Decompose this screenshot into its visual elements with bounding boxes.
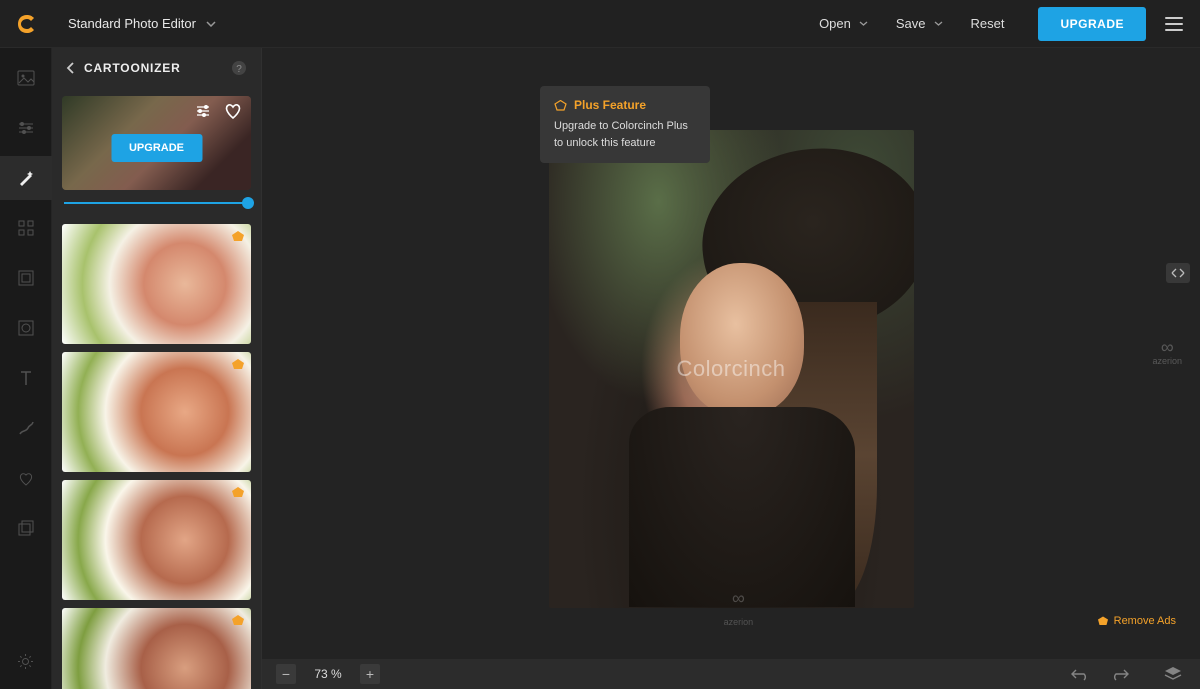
zoom-value: 73 % [308, 667, 348, 681]
reset-label: Reset [971, 16, 1005, 31]
effect-thumb-2[interactable] [62, 352, 251, 472]
expand-panel-icon[interactable] [1166, 263, 1190, 283]
tool-rail [0, 48, 52, 689]
app-title-label: Standard Photo Editor [68, 16, 196, 31]
upgrade-button[interactable]: UPGRADE [1038, 7, 1146, 41]
plus-badge-icon [231, 230, 245, 242]
diamond-icon [1097, 616, 1109, 626]
infinity-icon: ∞ [724, 589, 754, 607]
text-tool-icon[interactable] [16, 368, 36, 388]
effect-thumb-3[interactable] [62, 480, 251, 600]
zoom-in-button[interactable]: + [360, 664, 380, 684]
favorite-icon[interactable] [223, 102, 243, 120]
hamburger-icon[interactable] [1164, 16, 1184, 32]
sliders-tool-icon[interactable] [16, 118, 36, 138]
undo-icon[interactable] [1066, 667, 1094, 681]
back-chevron-icon[interactable] [66, 62, 74, 74]
canvas-image[interactable]: Colorcinch [549, 130, 914, 608]
grid-tool-icon[interactable] [16, 218, 36, 238]
plus-badge-icon [231, 358, 245, 370]
layers-icon[interactable] [1160, 666, 1186, 682]
effect-thumb-1[interactable] [62, 224, 251, 344]
image-tool-icon[interactable] [16, 68, 36, 88]
plus-badge-icon [231, 486, 245, 498]
tooltip-title-text: Plus Feature [574, 98, 646, 112]
chevron-down-icon [859, 21, 868, 26]
app-logo[interactable] [16, 13, 38, 35]
help-icon[interactable]: ? [231, 60, 247, 76]
layers-tool-icon[interactable] [16, 518, 36, 538]
bottom-bar: − 73 % + [262, 659, 1200, 689]
chevron-down-icon [934, 21, 943, 26]
frame-tool-icon[interactable] [16, 268, 36, 288]
ad-brand-logo-bottom: ∞ azerion [724, 589, 754, 627]
intensity-slider[interactable] [64, 196, 249, 210]
magic-tool-icon[interactable] [0, 156, 52, 200]
mask-tool-icon[interactable] [16, 318, 36, 338]
heart-tool-icon[interactable] [16, 468, 36, 488]
tooltip-body-text: Upgrade to Colorcinch Plus to unlock thi… [554, 118, 696, 151]
watermark-text: Colorcinch [677, 356, 786, 382]
ad-brand-logo-side: ∞ azerion [1152, 338, 1182, 366]
remove-ads-link-1[interactable]: Remove Ads [1097, 615, 1176, 627]
reset-button[interactable]: Reset [957, 8, 1019, 39]
effect-settings-icon[interactable] [195, 104, 213, 118]
panel-title: CARTOONIZER [84, 61, 231, 75]
effect-upgrade-button[interactable]: UPGRADE [111, 134, 202, 162]
infinity-icon: ∞ [1152, 338, 1182, 356]
effects-panel: CARTOONIZER ? UPGRADE [52, 48, 262, 689]
open-label: Open [819, 16, 851, 31]
svg-text:?: ? [236, 64, 242, 75]
settings-tool-icon[interactable] [16, 651, 36, 671]
app-title-dropdown[interactable]: Standard Photo Editor [68, 16, 216, 31]
selected-effect-card: UPGRADE [62, 96, 251, 190]
canvas-area: Colorcinch Plus Feature Upgrade to Color… [262, 48, 1200, 689]
save-label: Save [896, 16, 926, 31]
zoom-out-button[interactable]: − [276, 664, 296, 684]
plus-badge-icon [231, 614, 245, 626]
chevron-down-icon [206, 21, 216, 27]
redo-icon[interactable] [1106, 667, 1134, 681]
save-menu[interactable]: Save [882, 8, 957, 39]
diamond-icon [554, 100, 567, 111]
effect-thumb-4[interactable] [62, 608, 251, 689]
plus-feature-tooltip: Plus Feature Upgrade to Colorcinch Plus … [540, 86, 710, 163]
open-menu[interactable]: Open [805, 8, 882, 39]
draw-tool-icon[interactable] [16, 418, 36, 438]
